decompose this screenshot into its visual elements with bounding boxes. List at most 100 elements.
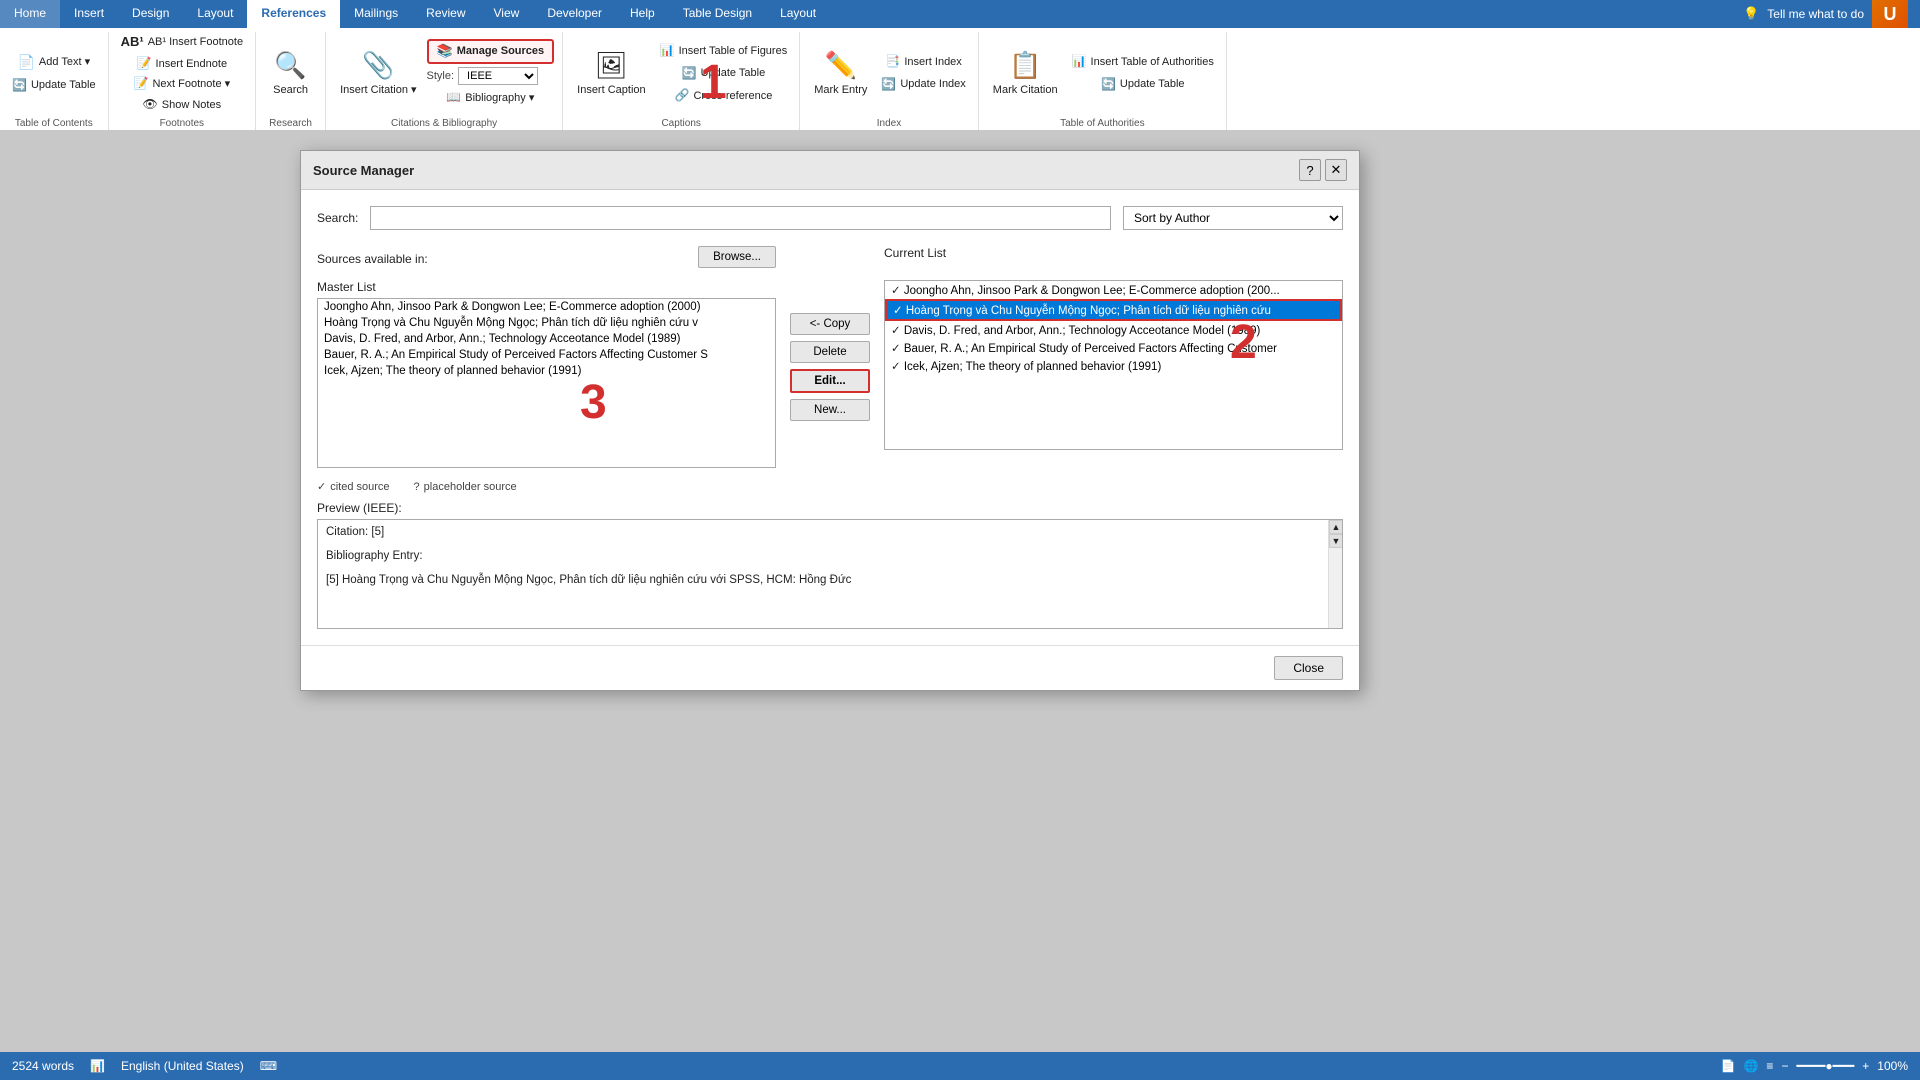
preview-bibliography-label: Bibliography Entry:	[326, 550, 1334, 562]
insert-caption-button[interactable]: 🖼 Insert Caption	[571, 45, 651, 101]
dialog-title-buttons: ? ✕	[1299, 159, 1347, 181]
update-table-icon: 🔄	[12, 78, 27, 94]
update-table-authorities-button[interactable]: 🔄 Update Table	[1068, 75, 1218, 95]
list-item[interactable]: Davis, D. Fred, and Arbor, Ann.; Technol…	[885, 321, 1342, 339]
group-citations: 📎 Insert Citation ▾ 📚 Manage Sources Sty…	[326, 32, 563, 131]
group-research: 🔍 Search Research	[256, 32, 326, 131]
show-notes-button[interactable]: 👁 Show Notes	[117, 95, 248, 115]
footnotes-group-label: Footnotes	[160, 115, 204, 131]
close-title-button[interactable]: ✕	[1325, 159, 1347, 181]
caption-icon: 🖼	[595, 49, 628, 83]
captions-group-label: Captions	[661, 115, 700, 131]
tab-help[interactable]: Help	[616, 0, 669, 28]
manage-sources-button[interactable]: 📚 Manage Sources	[427, 39, 555, 64]
delete-button[interactable]: Delete	[790, 341, 870, 363]
current-list-label: Current List	[884, 246, 1343, 260]
tab-references[interactable]: References	[247, 0, 340, 28]
update-table-button[interactable]: 🔄 Update Table	[8, 76, 100, 96]
statusbar: 2524 words 📊 English (United States) ⌨ 📄…	[0, 1052, 1920, 1080]
help-button[interactable]: ?	[1299, 159, 1321, 181]
close-button[interactable]: Close	[1274, 656, 1343, 680]
middle-buttons: <- Copy Delete Edit... New...	[784, 246, 876, 468]
list-item[interactable]: Icek, Ajzen; The theory of planned behav…	[885, 357, 1342, 375]
index-icon: 📑	[885, 54, 900, 70]
list-item[interactable]: Hoàng Trọng và Chu Nguyễn Mộng Ngọc; Phâ…	[885, 299, 1342, 321]
tab-mailings[interactable]: Mailings	[340, 0, 412, 28]
next-footnote-icon: 📝	[134, 76, 149, 92]
list-item[interactable]: Bauer, R. A.; An Empirical Study of Perc…	[885, 339, 1342, 357]
tab-view[interactable]: View	[480, 0, 534, 28]
update-index-button[interactable]: 🔄 Update Index	[877, 75, 969, 95]
list-item[interactable]: Joongho Ahn, Jinsoo Park & Dongwon Lee; …	[318, 299, 775, 315]
mark-citation-button[interactable]: 📋 Mark Citation	[987, 45, 1064, 101]
zoom-out-button[interactable]: −	[1781, 1059, 1788, 1073]
bibliography-button[interactable]: 📖 Bibliography ▾	[427, 88, 555, 108]
tab-design[interactable]: Design	[118, 0, 183, 28]
bibliography-icon: 📖	[446, 90, 461, 106]
tab-home[interactable]: Home	[0, 0, 60, 28]
zoom-level: 100%	[1877, 1059, 1908, 1073]
list-item[interactable]: Icek, Ajzen; The theory of planned behav…	[318, 363, 775, 379]
legend-row: ✓ cited source ? placeholder source	[317, 480, 1343, 493]
zoom-in-button[interactable]: +	[1862, 1059, 1869, 1073]
dialog-footer: Close	[301, 645, 1359, 690]
insert-index-button[interactable]: 📑 Insert Index	[877, 52, 969, 72]
style-row: Style: IEEE	[427, 67, 555, 85]
add-text-button[interactable]: 📄 Add Text ▾	[8, 51, 100, 73]
authorities-group-label: Table of Authorities	[1060, 115, 1145, 131]
dialog-title: Source Manager	[313, 163, 414, 178]
lists-row: Sources available in: Browse... Master L…	[317, 246, 1343, 468]
list-item[interactable]: Bauer, R. A.; An Empirical Study of Perc…	[318, 347, 775, 363]
check-icon: ✓	[317, 480, 326, 493]
statusbar-right: 📄 🌐 ≡ − ━━━━●━━━ + 100%	[1721, 1059, 1908, 1073]
tell-me-input[interactable]: Tell me what to do	[1767, 7, 1864, 21]
master-list[interactable]: Joongho Ahn, Jinsoo Park & Dongwon Lee; …	[317, 298, 776, 468]
citation-icon: 📎	[362, 49, 394, 83]
mark-citation-icon: 📋	[1009, 49, 1041, 83]
tab-insert[interactable]: Insert	[60, 0, 118, 28]
status-icon: 📊	[90, 1059, 105, 1073]
search-row: Search: Sort by Author Sort by Title Sor…	[317, 206, 1343, 230]
legend-placeholder: ? placeholder source	[414, 480, 517, 493]
view-icon-outline[interactable]: ≡	[1766, 1059, 1773, 1073]
mark-entry-button[interactable]: ✏️ Mark Entry	[808, 45, 873, 101]
zoom-slider[interactable]: ━━━━●━━━	[1796, 1059, 1854, 1073]
sort-select[interactable]: Sort by Author Sort by Title Sort by Yea…	[1123, 206, 1343, 230]
copy-button[interactable]: <- Copy	[790, 313, 870, 335]
scroll-up-button[interactable]: ▲	[1329, 520, 1343, 534]
group-authorities: 📋 Mark Citation 📊 Insert Table of Author…	[979, 32, 1227, 131]
annotation-3: 3	[580, 375, 607, 430]
app-logo: U	[1872, 0, 1908, 28]
insert-citation-button[interactable]: 📎 Insert Citation ▾	[334, 45, 422, 101]
preview-scrollbar[interactable]: ▲ ▼	[1328, 520, 1342, 628]
scroll-down-button[interactable]: ▼	[1329, 534, 1343, 548]
search-button[interactable]: 🔍 Search	[267, 45, 314, 101]
tab-table-design[interactable]: Table Design	[669, 0, 766, 28]
next-footnote-button[interactable]: 📝 Next Footnote ▾	[117, 74, 248, 94]
table-figures-icon: 📊	[660, 43, 675, 59]
search-label: Search:	[317, 211, 358, 225]
new-button[interactable]: New...	[790, 399, 870, 421]
preview-section: Preview (IEEE): Citation: [5] Bibliograp…	[317, 501, 1343, 629]
list-item[interactable]: Hoàng Trọng và Chu Nguyễn Mộng Ngọc; Phâ…	[318, 315, 775, 331]
edit-button[interactable]: Edit...	[790, 369, 870, 393]
list-item[interactable]: Davis, D. Fred, and Arbor, Ann.; Technol…	[318, 331, 775, 347]
manage-sources-icon: 📚	[437, 43, 453, 60]
current-list[interactable]: Joongho Ahn, Jinsoo Park & Dongwon Lee; …	[884, 280, 1343, 450]
citations-group-label: Citations & Bibliography	[391, 115, 497, 131]
browse-button[interactable]: Browse...	[698, 246, 776, 268]
view-icon-web[interactable]: 🌐	[1743, 1059, 1758, 1073]
insert-table-authorities-button[interactable]: 📊 Insert Table of Authorities	[1068, 52, 1218, 72]
tab-review[interactable]: Review	[412, 0, 479, 28]
insert-endnote-button[interactable]: 📝 Insert Endnote	[117, 54, 248, 74]
search-input[interactable]	[370, 206, 1111, 230]
mark-entry-icon: ✏️	[825, 49, 857, 83]
tab-developer[interactable]: Developer	[533, 0, 616, 28]
list-item[interactable]: Joongho Ahn, Jinsoo Park & Dongwon Lee; …	[885, 281, 1342, 299]
view-icon-print[interactable]: 📄	[1721, 1059, 1736, 1073]
insert-footnote-button[interactable]: AB¹ AB¹ Insert Footnote	[117, 32, 248, 53]
dialog-overlay: Source Manager ? ✕ Search: Sort by Autho…	[0, 130, 1920, 1052]
tab-layout2[interactable]: Layout	[766, 0, 830, 28]
tab-layout[interactable]: Layout	[183, 0, 247, 28]
style-select[interactable]: IEEE	[458, 67, 538, 85]
